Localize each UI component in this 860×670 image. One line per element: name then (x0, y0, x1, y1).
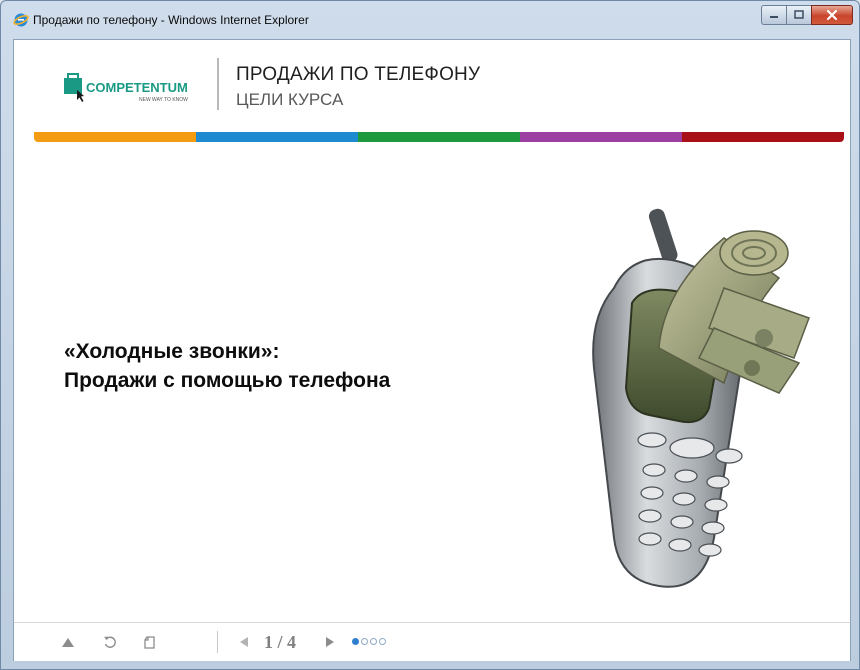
minimize-button[interactable] (761, 5, 787, 25)
title-bar: Продажи по телефону - Windows Internet E… (1, 1, 859, 39)
up-button[interactable] (56, 623, 80, 661)
course-subtitle: ЦЕЛИ КУРСА (236, 90, 344, 109)
page-counter: 1 / 4 (264, 632, 297, 652)
color-stripe (34, 132, 844, 142)
slide-heading-line2: Продажи с помощью телефона (64, 369, 391, 392)
slide-toolbar: 1 / 4 (14, 622, 850, 661)
close-icon (826, 9, 838, 21)
stripe-green (358, 132, 520, 142)
page-dot-2[interactable] (361, 638, 368, 645)
prev-page-button[interactable] (234, 623, 254, 661)
stripe-red (682, 132, 844, 142)
toolbar-divider (217, 631, 218, 653)
maximize-button[interactable] (786, 5, 812, 25)
close-button[interactable] (811, 5, 853, 25)
stripe-blue (196, 132, 358, 142)
print-icon (144, 636, 155, 649)
chevron-left-icon (240, 637, 248, 647)
logo-text: COMPETENTUM (86, 80, 188, 95)
browser-window: Продажи по телефону - Windows Internet E… (0, 0, 860, 670)
page-indicator (352, 638, 386, 645)
stripe-purple (520, 132, 682, 142)
slide-heading: «Холодные звонки»: Продажи с помощью тел… (64, 337, 524, 395)
maximize-icon (794, 10, 804, 19)
minimize-icon (770, 16, 778, 18)
slide-heading-line1: «Холодные звонки»: (64, 340, 280, 363)
phone-money-illustration (592, 208, 810, 588)
page-dot-4[interactable] (379, 638, 386, 645)
print-button[interactable] (138, 623, 162, 661)
page-content: COMPETENTUM NEW WAY TO KNOW ПРОДАЖИ ПО Т… (13, 39, 851, 661)
refresh-button[interactable] (98, 623, 122, 661)
competentum-logo: COMPETENTUM NEW WAY TO KNOW (64, 73, 188, 103)
stripe-orange (34, 132, 196, 142)
refresh-icon (104, 636, 116, 648)
course-title: ПРОДАЖИ ПО ТЕЛЕФОНУ (236, 64, 481, 85)
next-page-button[interactable] (320, 623, 340, 661)
page-dot-1[interactable] (352, 638, 359, 645)
chevron-right-icon (326, 637, 334, 647)
ie-icon (13, 13, 29, 27)
logo-divider (217, 58, 219, 110)
page-dot-3[interactable] (370, 638, 377, 645)
triangle-up-icon (62, 638, 74, 647)
course-header: COMPETENTUM NEW WAY TO KNOW ПРОДАЖИ ПО Т… (14, 40, 850, 132)
window-title: Продажи по телефону - Windows Internet E… (33, 13, 309, 27)
logo-tagline: NEW WAY TO KNOW (139, 97, 188, 103)
